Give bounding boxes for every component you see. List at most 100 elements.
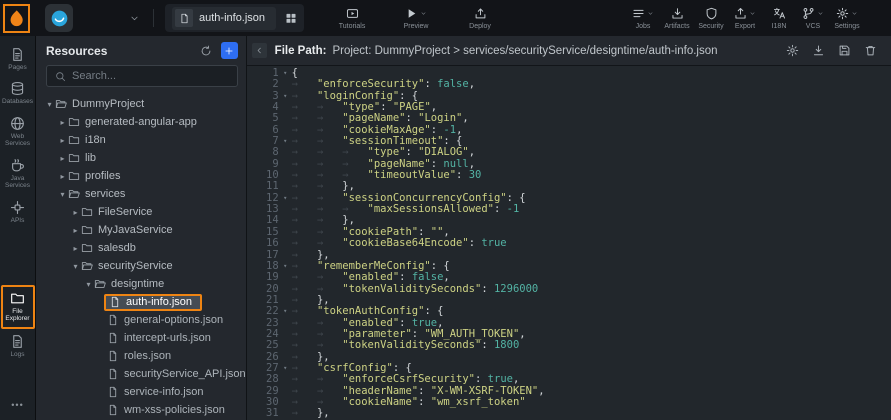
tree-item-auth-info-json[interactable]: auth-info.json	[36, 293, 246, 311]
topbar-action-label: Jobs	[636, 23, 651, 30]
code-text: → },	[292, 408, 330, 419]
app-logo[interactable]	[3, 4, 30, 33]
download-file-button[interactable]	[812, 44, 825, 57]
topbar-artifacts-button[interactable]: Artifacts	[663, 7, 691, 30]
tree-item-general-options-json[interactable]: general-options.json	[36, 311, 246, 329]
tree-item-generated-angular-app[interactable]: ▸generated-angular-app	[36, 113, 246, 131]
line-number: 2	[247, 79, 279, 90]
tree-item-service-info-json[interactable]: service-info.json	[36, 383, 246, 401]
fold-marker-icon[interactable]: ▾	[279, 193, 292, 204]
topbar-jobs-button[interactable]: Jobs	[629, 7, 657, 30]
topbar-preview-button[interactable]: Preview	[402, 7, 430, 30]
caret-down-icon[interactable]: ▾	[57, 190, 68, 199]
sidebar-item-pages[interactable]: Pages	[1, 42, 35, 76]
caret-right-icon[interactable]: ▸	[70, 244, 81, 253]
tree-item-label: securityService	[98, 260, 173, 272]
sidebar-more-button[interactable]: •••	[11, 394, 23, 420]
line-number: 16	[247, 238, 279, 249]
folder-icon	[68, 134, 80, 146]
topbar-vcs-button[interactable]: VCS	[799, 7, 827, 30]
tree-item-securityservice-api-json[interactable]: securityService_API.json	[36, 365, 246, 383]
code-line[interactable]: 16→ → "cookieBase64Encode": true	[247, 238, 891, 249]
tree-item-roles-json[interactable]: roles.json	[36, 347, 246, 365]
tree-item-salesdb[interactable]: ▸salesdb	[36, 239, 246, 257]
code-line[interactable]: 30→ → "cookieName": "wm_xsrf_token"	[247, 397, 891, 408]
resources-search-input[interactable]: Search...	[46, 65, 238, 87]
topbar-deploy-button[interactable]: Deploy	[466, 7, 494, 30]
editor-settings-button[interactable]	[786, 44, 799, 57]
topbar-security-button[interactable]: Security	[697, 7, 725, 30]
topbar-tutorials-button[interactable]: Tutorials	[338, 7, 366, 30]
apis-icon	[10, 200, 25, 215]
caret-down-icon[interactable]: ▾	[44, 100, 55, 109]
delete-file-button[interactable]	[864, 44, 877, 57]
tree-item-securityservice[interactable]: ▾ securityService	[36, 257, 246, 275]
topbar-menu: Jobs Artifacts Security Export I18N VCS Settin…	[629, 7, 861, 30]
save-file-button[interactable]	[838, 44, 851, 57]
topbar-action-label: Security	[698, 23, 723, 30]
tree-item-dummyproject[interactable]: ▾DummyProject	[36, 95, 246, 113]
tree-item-designtime[interactable]: ▾designtime	[36, 275, 246, 293]
settings-icon	[836, 7, 849, 20]
code-editor[interactable]: 1▾{2→ "enforceSecurity": false,3▾→ "logi…	[247, 66, 891, 420]
refresh-icon[interactable]	[200, 45, 212, 57]
file-path-label: File Path:	[275, 45, 327, 57]
pages-icon	[10, 47, 25, 62]
caret-right-icon[interactable]: ▸	[57, 172, 68, 181]
fold-marker-icon[interactable]: ▾	[279, 363, 292, 374]
caret-right-icon[interactable]: ▸	[70, 208, 81, 217]
chevron-down-icon[interactable]	[129, 13, 140, 24]
caret-right-icon[interactable]: ▸	[57, 136, 68, 145]
caret-right-icon[interactable]: ▸	[57, 118, 68, 127]
tree-item-fileservice[interactable]: ▸FileService	[36, 203, 246, 221]
caret-down-icon[interactable]: ▾	[70, 262, 81, 271]
caret-down-icon[interactable]: ▾	[83, 280, 94, 289]
tree-item-i18n[interactable]: ▸i18n	[36, 131, 246, 149]
line-number: 28	[247, 374, 279, 385]
tree-item-intercept-urls-json[interactable]: intercept-urls.json	[36, 329, 246, 347]
topbar-action-label: Artifacts	[664, 23, 689, 30]
fold-marker-icon[interactable]: ▾	[279, 306, 292, 317]
jobs-icon	[632, 7, 645, 20]
tab-label: auth-info.json	[199, 12, 265, 24]
fold-gutter	[279, 272, 292, 283]
chevron-down-icon	[420, 10, 427, 17]
tree-item-profiles[interactable]: ▸profiles	[36, 167, 246, 185]
fold-marker-icon[interactable]: ▾	[279, 91, 292, 102]
code-line[interactable]: 25→ → "tokenValiditySeconds": 1800	[247, 340, 891, 351]
tree-item-wm-xss-policies-json[interactable]: wm-xss-policies.json	[36, 401, 246, 419]
sidebar-item-logs[interactable]: Logs	[1, 329, 35, 363]
file-icon	[107, 332, 119, 344]
tree-item-lib[interactable]: ▸lib	[36, 149, 246, 167]
fold-marker-icon[interactable]: ▾	[279, 68, 292, 79]
collapse-panel-button[interactable]	[252, 43, 267, 58]
fold-marker-icon[interactable]: ▾	[279, 261, 292, 272]
topbar-settings-button[interactable]: Settings	[833, 7, 861, 30]
deploy-icon	[474, 7, 487, 20]
code-line[interactable]: 20→ → "tokenValiditySeconds": 1296000	[247, 284, 891, 295]
caret-right-icon[interactable]: ▸	[70, 226, 81, 235]
topbar-i18n-button[interactable]: I18N	[765, 7, 793, 30]
tree-item-services[interactable]: ▾ services	[36, 185, 246, 203]
sidebar-item-apis[interactable]: APIs	[1, 195, 35, 229]
tab-auth-info-json[interactable]: auth-info.json	[172, 7, 276, 30]
fold-marker-icon[interactable]: ▾	[279, 136, 292, 147]
caret-right-icon[interactable]: ▸	[57, 154, 68, 163]
topbar-export-button[interactable]: Export	[731, 7, 759, 30]
sidebar-item-file-explorer[interactable]: File Explorer	[1, 285, 35, 329]
sidebar-item-java-services[interactable]: Java Services	[1, 153, 35, 195]
logo-icon	[7, 9, 26, 28]
folder-open-icon	[94, 278, 106, 290]
artifacts-icon	[671, 7, 684, 20]
code-line[interactable]: 31→ },	[247, 408, 891, 419]
tree-item-label: services	[85, 188, 125, 200]
grid-icon[interactable]	[285, 12, 297, 24]
tree-item-myjavaservice[interactable]: ▸MyJavaService	[36, 221, 246, 239]
tab-strip: auth-info.json	[165, 4, 304, 32]
add-resource-button[interactable]	[221, 42, 238, 59]
project-switcher[interactable]	[45, 4, 73, 32]
tree-item-label: service-info.json	[124, 386, 203, 398]
collapse-icon	[255, 46, 264, 55]
sidebar-item-web-services[interactable]: Web Services	[1, 111, 35, 153]
sidebar-item-databases[interactable]: Databases	[1, 76, 35, 110]
